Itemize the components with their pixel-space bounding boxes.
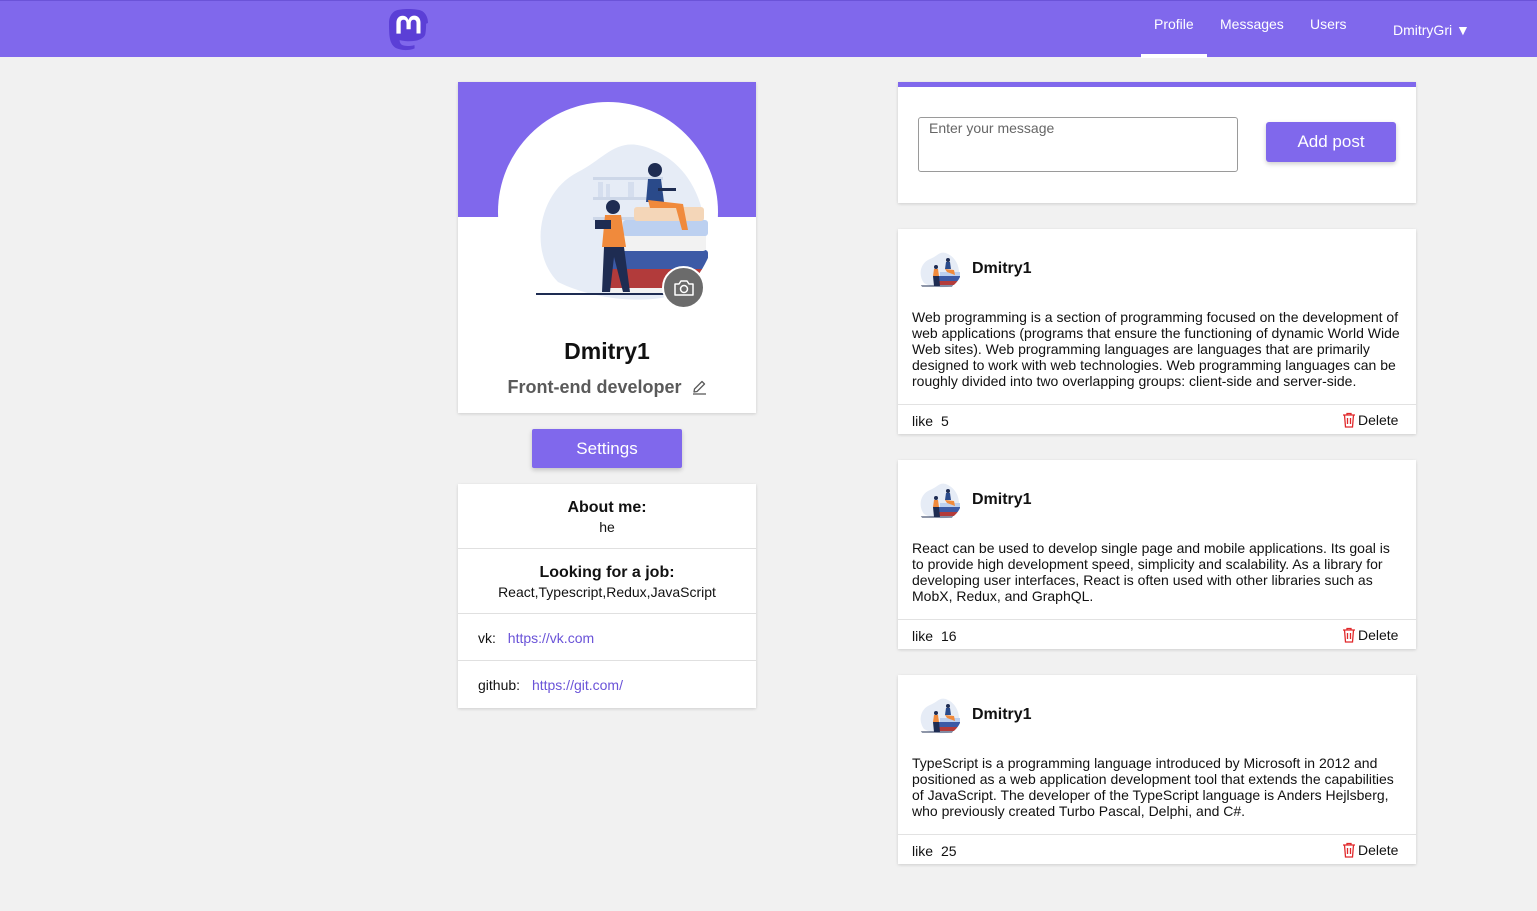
delete-button[interactable]: Delete [1342,842,1398,858]
post-author: Dmitry1 [972,706,1032,723]
like-count: 16 [941,628,957,644]
post-avatar [912,691,962,737]
like-button[interactable]: like 16 [912,628,957,644]
add-post-button[interactable]: Add post [1266,122,1396,162]
divider [898,619,1416,620]
vk-link[interactable]: https://vk.com [508,630,594,646]
like-label: like [912,628,934,644]
settings-button[interactable]: Settings [532,429,682,468]
post-composer: Add post [898,82,1416,203]
post-avatar [912,245,962,291]
trash-icon [1343,842,1355,858]
mastodon-logo-icon[interactable] [387,8,430,53]
post-card: Dmitry1 TypeScript is a programming lang… [898,675,1416,864]
github-link-row: github: https://git.com/ [478,677,623,693]
profile-info-card: About me: he Looking for a job: React,Ty… [458,484,756,708]
profile-status-text[interactable]: Front-end developer [507,377,681,397]
job-section: Looking for a job: React,Typescript,Redu… [458,564,756,600]
divider [458,548,756,549]
job-title: Looking for a job: [539,564,675,581]
delete-label: Delete [1358,627,1399,643]
like-button[interactable]: like 25 [912,843,957,859]
divider [898,834,1416,835]
trash-icon [1343,627,1355,643]
camera-icon [673,279,694,296]
job-value: React,Typescript,Redux,JavaScript [498,584,716,600]
divider [458,660,756,661]
profile-name: Dmitry1 [564,338,650,364]
vk-link-row: vk: https://vk.com [478,630,594,646]
about-section: About me: he [458,499,756,535]
vk-label: vk: [478,630,496,646]
reading-illustration-icon [920,252,960,288]
nav-messages[interactable]: Messages [1220,16,1284,32]
message-input[interactable] [918,117,1238,172]
delete-button[interactable]: Delete [1342,627,1398,643]
profile-card: Dmitry1 Front-end developer [458,82,756,413]
post-card: Dmitry1 Web programming is a section of … [898,229,1416,434]
top-navbar: Profile Messages Users DmitryGri ▼ [0,0,1537,58]
like-label: like [912,413,934,429]
delete-label: Delete [1358,412,1399,428]
like-count: 5 [941,413,949,429]
like-label: like [912,843,934,859]
delete-button[interactable]: Delete [1342,412,1398,428]
github-label: github: [478,677,521,693]
about-value: he [599,519,615,535]
delete-label: Delete [1358,842,1399,858]
post-text: TypeScript is a programming language int… [912,755,1394,819]
post-author: Dmitry1 [972,491,1032,508]
nav-profile[interactable]: Profile [1154,16,1194,32]
nav-users[interactable]: Users [1310,16,1347,32]
post-card: Dmitry1 React can be used to develop sin… [898,460,1416,649]
like-count: 25 [941,843,957,859]
change-photo-button[interactable] [662,266,705,309]
like-button[interactable]: like 5 [912,413,949,429]
post-text: React can be used to develop single page… [912,540,1390,604]
post-author: Dmitry1 [972,260,1032,277]
user-menu-dropdown[interactable]: DmitryGri ▼ [1393,22,1470,38]
divider [458,613,756,614]
post-avatar [912,476,962,522]
trash-icon [1343,412,1355,428]
reading-illustration-icon [920,483,960,519]
post-text: Web programming is a section of programm… [912,309,1400,389]
profile-status: Front-end developer [458,377,756,398]
divider [898,404,1416,405]
reading-illustration-icon [920,698,960,734]
github-link[interactable]: https://git.com/ [532,677,623,693]
pencil-icon[interactable] [691,379,707,395]
active-tab-indicator [1141,54,1207,58]
about-title: About me: [567,499,647,516]
